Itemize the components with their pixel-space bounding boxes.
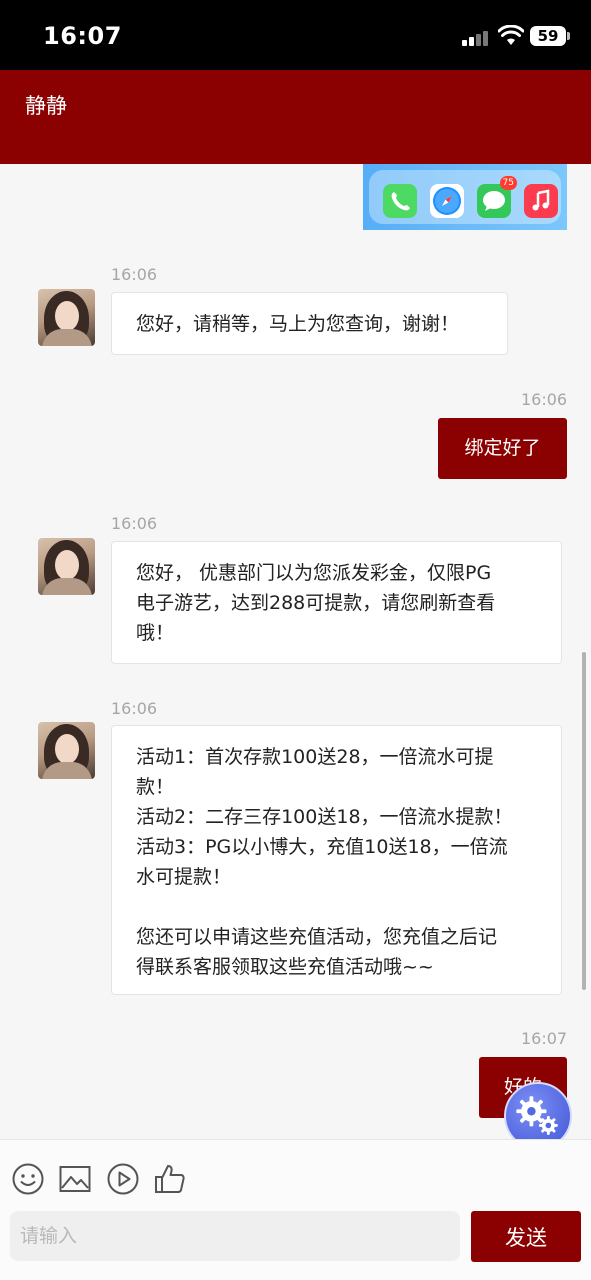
safari-icon — [430, 184, 464, 218]
incoming-message-bubble[interactable]: 您好，请稍等，马上为您查询，谢谢！ — [111, 292, 508, 355]
shared-screenshot-image[interactable]: 75 — [363, 164, 567, 230]
incoming-message-bubble[interactable]: 您好， 优惠部门以为您派发彩金，仅限PG 电子游艺，达到288可提款，请您刷新查… — [111, 541, 562, 664]
message-timestamp: 16:06 — [111, 265, 158, 284]
ios-dock: 75 — [369, 170, 561, 224]
send-button[interactable]: 发送 — [471, 1211, 581, 1262]
message-timestamp: 16:06 — [111, 699, 158, 718]
wifi-icon — [498, 25, 524, 45]
messages-badge: 75 — [499, 176, 517, 190]
message-timestamp: 16:07 — [521, 1029, 568, 1048]
settings-gear-button[interactable] — [504, 1082, 572, 1139]
message-timestamp: 16:06 — [521, 390, 568, 409]
status-time: 16:07 — [43, 22, 122, 50]
chat-header: 静静 — [0, 70, 591, 164]
chat-scrollbar[interactable] — [582, 652, 586, 990]
battery-icon: 59 — [530, 26, 570, 46]
agent-avatar[interactable] — [38, 538, 95, 595]
chat-area[interactable]: 75 16:06 您好，请稍等，马上为您查询，谢谢！ 16:06 绑定好了 16… — [0, 164, 591, 1139]
agent-avatar[interactable] — [38, 722, 95, 779]
thumbs-up-icon[interactable] — [153, 1162, 187, 1196]
status-bar: 16:07 59 — [0, 0, 591, 70]
video-icon[interactable] — [106, 1162, 140, 1196]
chat-title: 静静 — [25, 94, 67, 118]
incoming-message-bubble[interactable]: 活动1：首次存款100送28，一倍流水可提 款！ 活动2：二存三存100送18，… — [111, 725, 562, 995]
composer-toolbar: 发送 — [0, 1139, 591, 1280]
music-icon — [524, 184, 558, 218]
phone-icon — [383, 184, 417, 218]
emoji-icon[interactable] — [11, 1162, 45, 1196]
cellular-signal-icon — [462, 30, 492, 46]
messages-icon: 75 — [477, 176, 517, 218]
agent-avatar[interactable] — [38, 289, 95, 346]
message-input[interactable] — [10, 1211, 460, 1261]
message-timestamp: 16:06 — [111, 514, 158, 533]
outgoing-message-bubble[interactable]: 绑定好了 — [438, 418, 567, 479]
image-icon[interactable] — [58, 1162, 92, 1196]
